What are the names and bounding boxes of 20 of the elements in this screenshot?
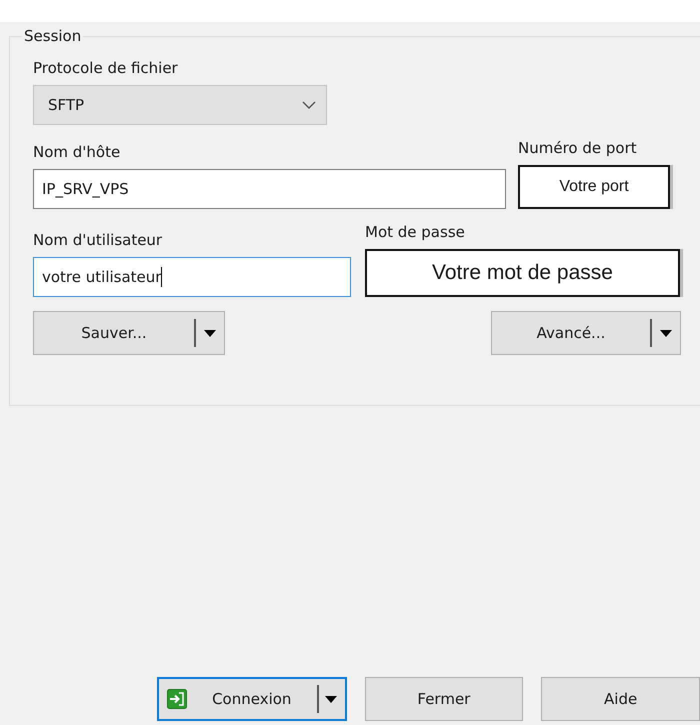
host-input[interactable]: IP_SRV_VPS bbox=[33, 169, 506, 209]
field-label: Protocole de fichier bbox=[33, 59, 179, 79]
field-label: Numéro de port bbox=[518, 139, 638, 159]
connect-button[interactable]: Connexion bbox=[157, 677, 346, 721]
dropdown-arrow-icon bbox=[204, 330, 216, 336]
dropdown-arrow-icon bbox=[324, 696, 336, 702]
advanced-button[interactable]: Avancé... bbox=[491, 311, 681, 355]
dropdown-arrow-icon bbox=[660, 330, 672, 336]
port-input[interactable]: Votre port bbox=[518, 165, 670, 209]
login-icon bbox=[167, 689, 187, 709]
username-input[interactable]: votre utilisateur bbox=[33, 257, 351, 297]
field-label: Nom d'utilisateur bbox=[33, 231, 164, 251]
field-label: Nom d'hôte bbox=[33, 143, 122, 163]
protocol-dropdown[interactable]: SFTP bbox=[33, 85, 327, 125]
dialog-button[interactable]: Aide bbox=[541, 677, 700, 721]
field-label: Mot de passe bbox=[365, 223, 466, 243]
chevron-down-icon bbox=[302, 101, 316, 109]
dialog-button[interactable]: Fermer bbox=[364, 677, 524, 721]
save-button[interactable]: Sauver... bbox=[33, 311, 225, 355]
password-input[interactable]: Votre mot de passe bbox=[365, 249, 680, 297]
